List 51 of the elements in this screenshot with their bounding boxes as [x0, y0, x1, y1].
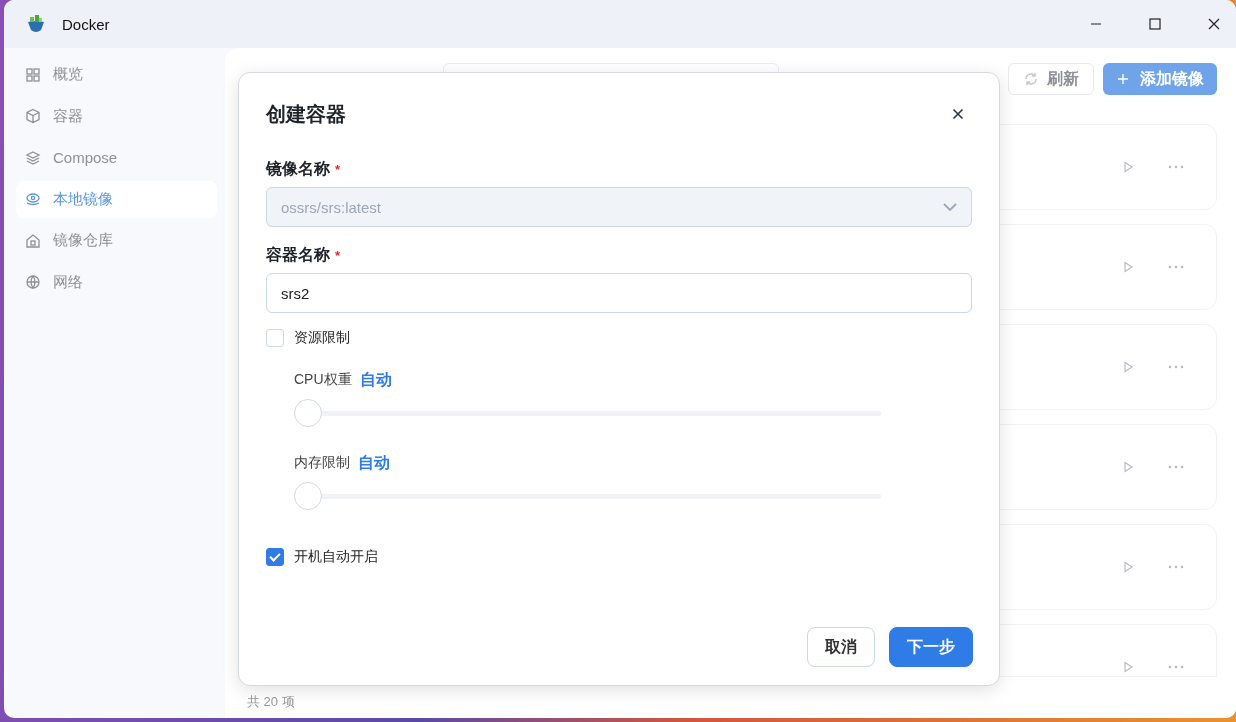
checkbox-label: 资源限制 [294, 329, 350, 347]
field-label: 容器名称 [266, 244, 330, 265]
field-label: 镜像名称 [266, 158, 330, 179]
slider-value: 自动 [358, 452, 390, 473]
refresh-button[interactable]: 刷新 [1008, 63, 1094, 95]
more-icon[interactable] [1168, 365, 1184, 369]
required-mark: * [335, 161, 341, 177]
globe-icon [25, 274, 41, 290]
next-button[interactable]: 下一步 [889, 627, 973, 667]
more-icon[interactable] [1168, 565, 1184, 569]
slider-thumb[interactable] [294, 399, 322, 427]
maximize-icon[interactable] [1149, 18, 1161, 30]
more-icon[interactable] [1168, 665, 1184, 669]
grid-icon [25, 66, 41, 83]
checkbox-label: 开机自动开启 [294, 548, 378, 566]
play-icon[interactable] [1122, 561, 1134, 573]
house-icon [25, 232, 41, 249]
sidebar-item[interactable]: 本地镜像 [16, 180, 217, 218]
plus-icon [1116, 72, 1130, 86]
more-icon[interactable] [1168, 465, 1184, 469]
sidebar-item[interactable]: 网络 [16, 263, 217, 301]
more-icon[interactable] [1168, 165, 1184, 169]
add-image-button[interactable]: 添加镜像 [1103, 63, 1217, 95]
eye-icon [25, 191, 41, 207]
dialog-title: 创建容器 [266, 101, 346, 127]
sidebar-item[interactable]: 概览 [16, 56, 217, 93]
slider-thumb[interactable] [294, 482, 322, 510]
input-field[interactable]: srs2 [266, 273, 972, 313]
item-count: 共 20 项 [247, 693, 295, 711]
chevron-down-icon [943, 203, 957, 211]
play-icon[interactable] [1122, 661, 1134, 673]
close-icon[interactable] [1208, 18, 1220, 30]
play-icon[interactable] [1122, 461, 1134, 473]
play-icon[interactable] [1122, 161, 1134, 173]
cancel-button[interactable]: 取消 [807, 627, 875, 667]
slider-value: 自动 [359, 369, 392, 390]
play-icon[interactable] [1122, 261, 1134, 273]
refresh-icon [1023, 71, 1039, 87]
layers-icon [25, 149, 41, 166]
window-title: Docker [62, 15, 110, 33]
sidebar-item[interactable]: 镜像仓库 [16, 222, 217, 259]
slider-label: CPU权重 [294, 371, 352, 389]
required-mark: * [335, 247, 341, 263]
slider-label: 内存限制 [294, 454, 350, 472]
sidebar-item[interactable]: Compose [16, 139, 217, 176]
close-icon[interactable] [952, 108, 964, 120]
more-icon[interactable] [1168, 265, 1184, 269]
play-icon[interactable] [1122, 361, 1134, 373]
checkbox[interactable] [266, 548, 284, 566]
cube-icon [25, 108, 41, 124]
sidebar-item[interactable]: 容器 [16, 97, 217, 135]
